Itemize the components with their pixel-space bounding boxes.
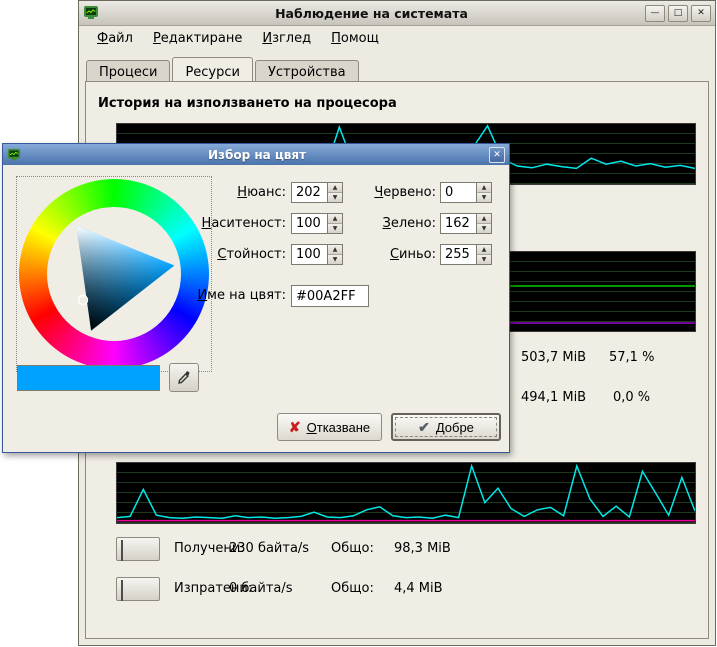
dialog-icon: [7, 147, 25, 163]
value-label: Стойност:: [153, 247, 286, 262]
spin-down-icon[interactable]: ▼: [477, 223, 491, 233]
sent-rate: 0 байта/s: [229, 581, 293, 596]
sent-color-button[interactable]: [116, 577, 160, 601]
green-spinbox[interactable]: 162 ▲▼: [440, 213, 492, 234]
swap-amount: 494,1 MiB: [521, 390, 586, 405]
color-name-input[interactable]: [291, 285, 369, 307]
menu-file[interactable]: Файл: [87, 28, 143, 49]
spin-up-icon[interactable]: ▲: [477, 214, 491, 223]
window-title: Наблюдение на системата: [101, 6, 642, 21]
sent-color-swatch: [121, 580, 123, 601]
ok-button[interactable]: ✔ Добре: [391, 413, 501, 441]
red-label: Червено:: [333, 185, 436, 200]
received-color-button[interactable]: [116, 537, 160, 561]
ok-label: Добре: [436, 420, 474, 435]
color-marker[interactable]: [79, 296, 88, 305]
sent-total-label: Общо:: [331, 581, 374, 596]
cancel-button[interactable]: ✘ Отказване: [277, 413, 382, 441]
blue-spinbox[interactable]: 255 ▲▼: [440, 244, 492, 265]
saturation-label: Наситеност:: [153, 216, 286, 231]
sent-total: 4,4 MiB: [394, 581, 443, 596]
spin-up-icon[interactable]: ▲: [477, 183, 491, 192]
value-value[interactable]: 100: [292, 245, 327, 264]
cancel-x-icon: ✘: [289, 420, 301, 434]
swap-percent: 0,0 %: [613, 390, 650, 405]
memory-percent: 57,1 %: [609, 350, 654, 365]
spin-down-icon[interactable]: ▼: [477, 192, 491, 202]
cancel-label: Отказване: [307, 420, 371, 435]
green-label: Зелено:: [333, 216, 436, 231]
received-total: 98,3 MiB: [394, 541, 451, 556]
received-rate: 230 байта/s: [229, 541, 309, 556]
eyedropper-button[interactable]: [169, 363, 199, 392]
hue-label: Нюанс:: [153, 185, 286, 200]
color-picker-dialog: Избор на цвят ✕: [2, 143, 510, 453]
maximize-icon[interactable]: □: [668, 5, 688, 22]
red-spinbox[interactable]: 0 ▲▼: [440, 182, 492, 203]
cpu-history-heading: История на използването на процесора: [98, 96, 397, 111]
network-history-chart: [116, 462, 696, 524]
spin-down-icon[interactable]: ▼: [477, 254, 491, 264]
hue-ring[interactable]: [19, 179, 209, 369]
app-icon: [83, 5, 101, 21]
received-color-swatch: [121, 540, 123, 561]
close-icon[interactable]: ✕: [691, 5, 711, 22]
color-wheel-frame: [16, 176, 212, 372]
red-value[interactable]: 0: [441, 183, 476, 202]
green-value[interactable]: 162: [441, 214, 476, 233]
ok-check-icon: ✔: [418, 420, 430, 434]
eyedropper-icon: [176, 370, 192, 386]
hsv-triangle[interactable]: [19, 179, 209, 369]
hue-value[interactable]: 202: [292, 183, 327, 202]
screen: Наблюдение на системата — □ ✕ Файл Редак…: [0, 0, 717, 647]
blue-label: Синьо:: [333, 247, 436, 262]
menubar: Файл Редактиране Изглед Помощ: [79, 26, 715, 50]
memory-amount: 503,7 MiB: [521, 350, 586, 365]
dialog-titlebar[interactable]: Избор на цвят ✕: [3, 144, 509, 165]
minimize-icon[interactable]: —: [645, 5, 665, 22]
color-name-label: Име на цвят:: [153, 288, 286, 303]
saturation-value[interactable]: 100: [292, 214, 327, 233]
blue-value[interactable]: 255: [441, 245, 476, 264]
dialog-close-icon[interactable]: ✕: [489, 147, 505, 163]
main-titlebar[interactable]: Наблюдение на системата — □ ✕: [79, 1, 715, 26]
menu-edit[interactable]: Редактиране: [143, 28, 252, 49]
color-preview: [17, 365, 160, 391]
received-total-label: Общо:: [331, 541, 374, 556]
dialog-title: Избор на цвят: [25, 148, 489, 162]
menu-help[interactable]: Помощ: [321, 28, 389, 49]
spin-up-icon[interactable]: ▲: [477, 245, 491, 254]
menu-view[interactable]: Изглед: [252, 28, 321, 49]
